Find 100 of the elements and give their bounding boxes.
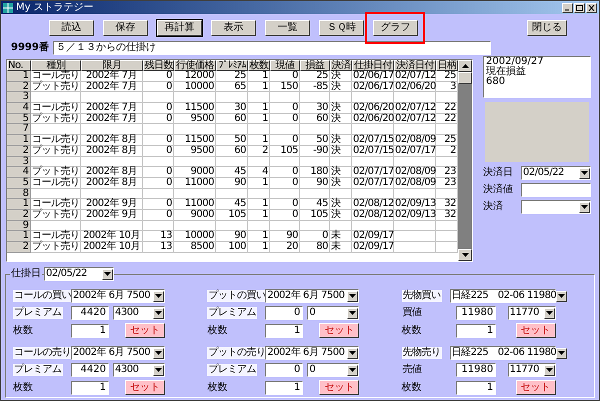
table-cell: 2002年 8月 (81, 167, 143, 178)
table-cell: 0 (143, 71, 174, 82)
scrollbar[interactable] (458, 60, 472, 261)
set-button[interactable]: セット (125, 323, 165, 338)
column-header[interactable]: 枚数 (248, 60, 270, 71)
set-button[interactable]: セット (319, 380, 360, 395)
input-field[interactable]: 1 (265, 324, 304, 338)
dropdown-field[interactable] (521, 200, 591, 214)
dropdown-button[interactable] (102, 268, 113, 280)
dropdown-field[interactable]: 4300 (113, 306, 165, 320)
dropdown-button[interactable] (556, 290, 568, 302)
set-button[interactable]: セット (516, 380, 556, 395)
dropdown-button[interactable] (347, 364, 358, 376)
table-cell: -85 (300, 82, 330, 92)
input-field[interactable]: 11980 (456, 306, 496, 320)
dropdown-button[interactable] (579, 202, 590, 212)
table-cell: 12000 (174, 71, 216, 82)
minimize-button[interactable] (562, 2, 573, 12)
table-cell: 23 (436, 167, 458, 178)
table-cell: 02/07/12 (394, 71, 436, 82)
dropdown-button[interactable] (153, 308, 164, 318)
input-field[interactable]: 1 (265, 380, 304, 394)
set-button[interactable]: セット (125, 380, 165, 395)
set-button[interactable]: セット (516, 323, 556, 338)
caret-icon (155, 351, 162, 355)
table-cell (330, 220, 352, 232)
input-field[interactable]: 1 (456, 324, 496, 338)
dropdown-button[interactable] (153, 348, 164, 358)
table-cell: 105 (270, 146, 300, 156)
table-cell: 2 (248, 146, 270, 156)
dropdown-field[interactable]: 2002年 6月 7500 (265, 289, 360, 303)
dropdown-button[interactable] (347, 308, 358, 318)
field-label: 枚数 (207, 382, 228, 394)
dropdown-field[interactable]: 2002年 6月 7500 (71, 346, 165, 360)
dropdown-field[interactable]: 0 (307, 306, 360, 320)
input-field[interactable] (521, 183, 591, 197)
row-number: 4 (7, 103, 31, 114)
maximize-button[interactable] (574, 2, 585, 12)
dropdown-button[interactable] (153, 364, 164, 376)
input-field[interactable]: 0 (265, 306, 304, 320)
dropdown-button[interactable] (544, 364, 555, 376)
toolbar-button[interactable]: 保存 (103, 20, 148, 36)
table-cell: 45 (216, 199, 248, 210)
input-field[interactable]: 4420 (71, 306, 109, 320)
toolbar-button[interactable]: 再計算 (157, 20, 202, 36)
toolbar-button[interactable]: 一覧 (265, 20, 310, 36)
column-header[interactable]: No. (7, 60, 31, 71)
dropdown-field[interactable]: 4300 (113, 363, 165, 377)
toolbar-button[interactable]: 読込 (49, 20, 94, 36)
input-field[interactable]: 4420 (71, 363, 109, 377)
column-header[interactable]: 行使価格 (174, 60, 216, 71)
table-cell: 13 (143, 231, 174, 242)
dropdown-button[interactable] (153, 290, 164, 302)
field-label: 枚数 (402, 324, 423, 336)
column-header[interactable]: 限月 (81, 60, 143, 71)
dropdown-button[interactable] (556, 348, 568, 358)
table-cell (248, 220, 270, 232)
scroll-down-button[interactable] (458, 249, 472, 261)
table-cell: 0 (270, 114, 300, 124)
table-cell (330, 124, 352, 136)
column-header[interactable]: ﾌﾟﾚﾐｱﾑ (216, 60, 248, 71)
input-field[interactable]: 1 (456, 380, 496, 394)
table-cell: 10000 (174, 82, 216, 92)
dropdown-field[interactable]: 11770 (508, 363, 556, 377)
caret-icon (349, 368, 356, 372)
set-button[interactable]: セット (319, 323, 360, 338)
toolbar-button[interactable]: 表示 (211, 20, 256, 36)
dropdown-field[interactable]: 0 (307, 363, 360, 377)
dropdown-button[interactable] (347, 348, 358, 358)
close-button[interactable]: 閉じる (527, 20, 567, 36)
input-field[interactable]: 1 (71, 324, 109, 338)
scroll-thumb[interactable] (458, 72, 472, 84)
input-field[interactable]: 0 (265, 363, 304, 377)
caret-icon (546, 368, 553, 372)
dropdown-field[interactable]: 02/05/22 (44, 267, 114, 281)
dropdown-field[interactable]: 02/05/22 (521, 166, 591, 180)
column-header[interactable]: 日柄 (436, 60, 458, 71)
table-cell (174, 92, 216, 104)
input-field[interactable]: 1 (71, 380, 109, 394)
toolbar-button[interactable]: ＳＱ時 (319, 20, 364, 36)
table-cell (394, 231, 436, 242)
column-header[interactable]: 現値 (270, 60, 300, 71)
column-header[interactable]: 残日数 (143, 60, 174, 71)
table-cell: 4 (248, 167, 270, 178)
dropdown-button[interactable] (579, 168, 590, 178)
toolbar-button[interactable]: グラフ (373, 20, 418, 36)
close-button[interactable] (586, 2, 597, 12)
input-field[interactable]: 11980 (456, 363, 496, 377)
column-header[interactable]: 損益 (300, 60, 330, 71)
strategy-name-field[interactable]: ５／１３からの仕掛け (52, 41, 491, 55)
scroll-up-button[interactable] (458, 60, 472, 72)
dropdown-field[interactable]: 2002年 6月 7500 (71, 289, 165, 303)
dropdown-button[interactable] (347, 290, 358, 302)
table-cell: 90 (270, 231, 300, 242)
dropdown-field[interactable]: 2002年 6月 7500 (265, 346, 360, 360)
table-cell: 2 (436, 146, 458, 156)
column-header[interactable]: 種別 (31, 60, 81, 71)
dropdown-field[interactable]: 11770 (508, 306, 556, 320)
dropdown-button[interactable] (544, 308, 555, 318)
column-header[interactable]: 仕掛日付 (352, 60, 394, 71)
